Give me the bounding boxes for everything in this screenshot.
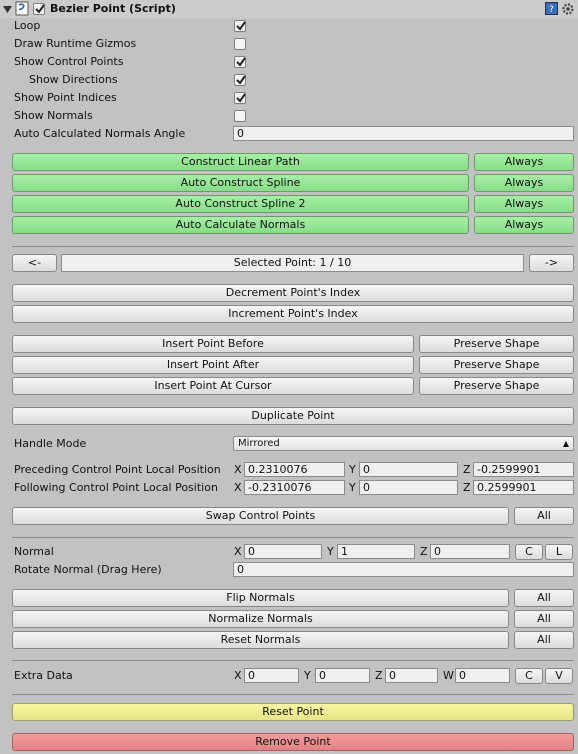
auto-calculate-normals-mode-button[interactable]: Always <box>474 216 574 234</box>
extra-data-visualize-button[interactable]: V <box>545 668 573 684</box>
swap-control-points-button[interactable]: Swap Control Points <box>12 507 509 525</box>
normal-z-field[interactable]: 0 <box>430 544 510 559</box>
next-point-button[interactable]: -> <box>529 254 574 272</box>
flip-normals-button[interactable]: Flip Normals <box>12 589 509 607</box>
normalize-normals-all-button[interactable]: All <box>514 610 574 628</box>
preceding-z-field[interactable]: -0.2599901 <box>473 462 574 477</box>
insert-point-after-button[interactable]: Insert Point After <box>12 356 414 374</box>
collapse-triangle-icon[interactable] <box>3 4 12 13</box>
insert-point-before-button[interactable]: Insert Point Before <box>12 335 414 353</box>
auto-calculate-normals-button[interactable]: Auto Calculate Normals <box>12 216 469 234</box>
extra-data-copy-button[interactable]: C <box>515 668 543 684</box>
normal-x-axis-label: X <box>234 545 242 558</box>
previous-point-button[interactable]: <- <box>12 254 57 272</box>
preceding-x-axis-label: X <box>234 463 242 476</box>
construct-linear-path-mode-button[interactable]: Always <box>474 153 574 171</box>
show-normals-label: Show Normals <box>14 109 93 122</box>
normal-local-button[interactable]: L <box>545 544 573 560</box>
component-enabled-checkbox[interactable] <box>33 3 45 15</box>
normal-copy-button[interactable]: C <box>515 544 543 560</box>
normals-angle-label: Auto Calculated Normals Angle <box>14 127 186 140</box>
rotate-normal-label[interactable]: Rotate Normal (Drag Here) <box>14 562 162 578</box>
preceding-x-field[interactable]: 0.2310076 <box>244 462 345 477</box>
dropdown-arrow-icon: ▲︎ <box>562 439 569 448</box>
handle-mode-dropdown[interactable]: Mirrored ▲︎ <box>233 436 574 451</box>
divider <box>12 537 574 538</box>
insert-cursor-preserve-shape-button[interactable]: Preserve Shape <box>419 377 574 395</box>
insert-point-at-cursor-button[interactable]: Insert Point At Cursor <box>12 377 414 395</box>
extra-z-axis-label: Z <box>375 669 383 682</box>
normal-y-axis-label: Y <box>327 545 334 558</box>
flip-normals-all-button[interactable]: All <box>514 589 574 607</box>
extra-y-axis-label: Y <box>304 669 311 682</box>
construct-linear-path-button[interactable]: Construct Linear Path <box>12 153 469 171</box>
show-point-indices-label: Show Point Indices <box>14 91 117 104</box>
insert-before-preserve-shape-button[interactable]: Preserve Shape <box>419 335 574 353</box>
extra-data-w-field[interactable]: 0 <box>455 668 510 683</box>
show-control-points-label: Show Control Points <box>14 55 124 68</box>
following-z-axis-label: Z <box>463 481 471 494</box>
auto-construct-spline-button[interactable]: Auto Construct Spline <box>12 174 469 192</box>
handle-mode-value: Mirrored <box>238 438 280 449</box>
reset-normals-button[interactable]: Reset Normals <box>12 631 509 649</box>
following-z-field[interactable]: 0.2599901 <box>473 480 574 495</box>
normal-x-field[interactable]: 0 <box>244 544 322 559</box>
normal-y-field[interactable]: 1 <box>337 544 415 559</box>
following-control-point-label: Following Control Point Local Position <box>14 481 218 494</box>
preceding-control-point-label: Preceding Control Point Local Position <box>14 463 221 476</box>
draw-runtime-gizmos-checkbox[interactable] <box>234 38 246 50</box>
draw-runtime-gizmos-label: Draw Runtime Gizmos <box>14 37 137 50</box>
book-help-icon[interactable]: ? <box>545 2 558 15</box>
show-directions-checkbox[interactable] <box>234 74 246 86</box>
normalize-normals-button[interactable]: Normalize Normals <box>12 610 509 628</box>
preceding-y-axis-label: Y <box>349 463 356 476</box>
show-point-indices-checkbox[interactable] <box>234 92 246 104</box>
svg-text:?: ? <box>549 5 554 15</box>
insert-after-preserve-shape-button[interactable]: Preserve Shape <box>419 356 574 374</box>
preceding-y-field[interactable]: 0 <box>359 462 458 477</box>
rotate-normal-field[interactable]: 0 <box>233 562 574 577</box>
following-y-axis-label: Y <box>349 481 356 494</box>
handle-mode-label: Handle Mode <box>14 437 87 450</box>
normals-angle-field[interactable]: 0 <box>233 126 574 141</box>
loop-label: Loop <box>14 19 41 32</box>
reset-point-button[interactable]: Reset Point <box>12 703 574 721</box>
extra-data-z-field[interactable]: 0 <box>385 668 438 683</box>
loop-checkbox[interactable] <box>234 20 246 32</box>
following-x-field[interactable]: -0.2310076 <box>244 480 345 495</box>
normal-label: Normal <box>14 545 54 558</box>
gear-icon[interactable] <box>561 2 575 16</box>
extra-x-axis-label: X <box>234 669 242 682</box>
preceding-z-axis-label: Z <box>463 463 471 476</box>
auto-construct-spline-mode-button[interactable]: Always <box>474 174 574 192</box>
show-normals-checkbox[interactable] <box>234 110 246 122</box>
script-file-icon <box>15 1 30 16</box>
decrement-index-button[interactable]: Decrement Point's Index <box>12 284 574 302</box>
show-control-points-checkbox[interactable] <box>234 56 246 68</box>
divider <box>12 660 574 661</box>
increment-index-button[interactable]: Increment Point's Index <box>12 305 574 323</box>
following-y-field[interactable]: 0 <box>359 480 458 495</box>
duplicate-point-button[interactable]: Duplicate Point <box>12 407 574 425</box>
auto-construct-spline-2-button[interactable]: Auto Construct Spline 2 <box>12 195 469 213</box>
extra-w-axis-label: W <box>443 669 454 682</box>
following-x-axis-label: X <box>234 481 242 494</box>
swap-control-points-all-button[interactable]: All <box>514 507 574 525</box>
extra-data-label: Extra Data <box>14 669 73 682</box>
divider <box>12 246 574 247</box>
reset-normals-all-button[interactable]: All <box>514 631 574 649</box>
auto-construct-spline-2-mode-button[interactable]: Always <box>474 195 574 213</box>
extra-data-x-field[interactable]: 0 <box>244 668 299 683</box>
selected-point-display: Selected Point: 1 / 10 <box>61 254 524 272</box>
component-title: Bezier Point (Script) <box>50 2 176 15</box>
divider <box>12 694 574 695</box>
show-directions-label: Show Directions <box>29 73 118 86</box>
extra-data-y-field[interactable]: 0 <box>315 668 370 683</box>
normal-z-axis-label: Z <box>420 545 428 558</box>
remove-point-button[interactable]: Remove Point <box>12 733 574 751</box>
